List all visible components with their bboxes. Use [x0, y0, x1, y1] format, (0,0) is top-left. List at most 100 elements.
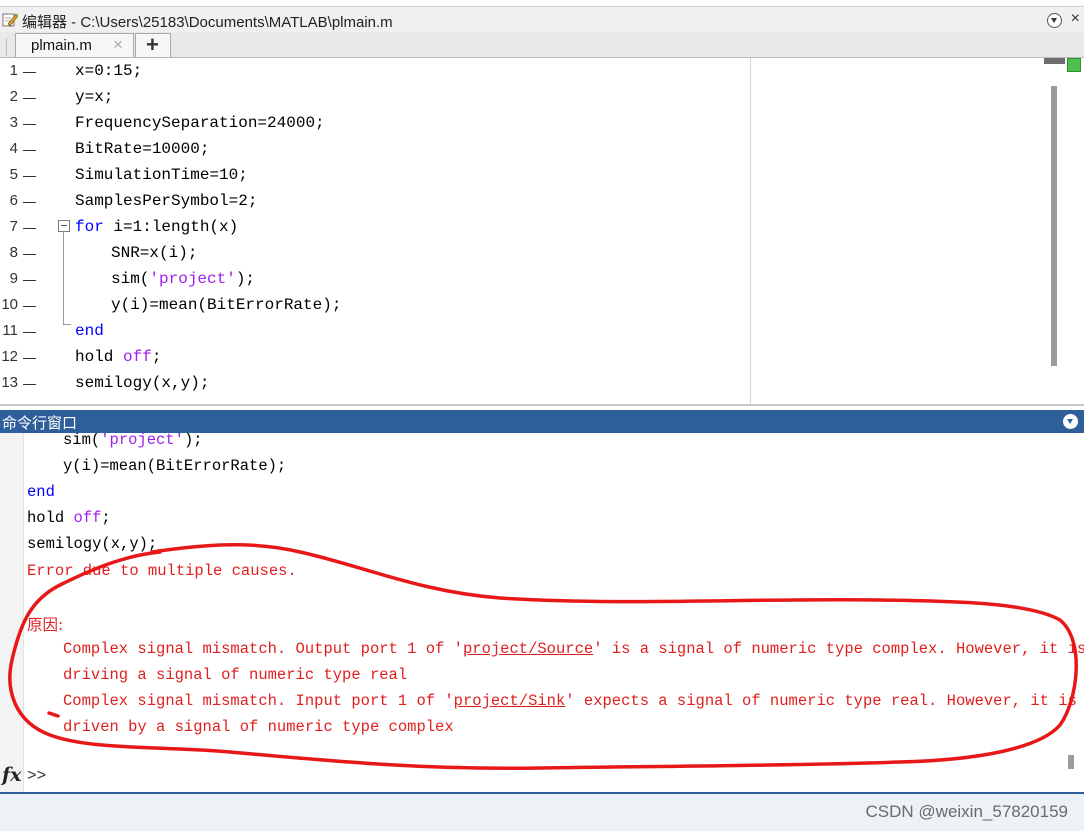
cause-1-line-2: driving a signal of numeric type real — [63, 666, 408, 684]
cause-label: 原因: — [27, 616, 64, 634]
command-window[interactable]: sim('project'); y(i)=mean(BitErrorRate); e… — [0, 433, 1084, 793]
error-header: Error due to multiple causes. — [27, 562, 297, 580]
editor-tab-bar: plmain.m × + — [0, 32, 1084, 58]
editor-line[interactable]: 2 y=x; — [0, 84, 750, 110]
breakpoint-marker[interactable] — [23, 98, 36, 99]
function-browser-icon[interactable]: fx — [2, 764, 22, 786]
editor-title-bar: 编辑器 - C:\Users\25183\Documents\MATLAB\pl… — [0, 6, 1084, 33]
command-history-line: sim('project'); — [63, 433, 203, 449]
command-history-line: semilogy(x,y); — [27, 535, 157, 553]
line-number: 4 — [9, 140, 18, 157]
editor-split-handle[interactable] — [1044, 58, 1065, 64]
line-number: 5 — [9, 166, 18, 183]
code-editor[interactable]: 1 x=0:15; 2 y=x; 3 FrequencySeparation=24000;… — [0, 58, 1084, 406]
project-sink-link[interactable]: project/Sink — [454, 692, 566, 710]
tab-plmain[interactable]: plmain.m × — [15, 33, 134, 57]
code-part: semilogy(x,y); — [27, 535, 158, 553]
editor-line[interactable]: 7 for i=1:length(x) — [0, 214, 750, 240]
breakpoint-marker[interactable] — [23, 202, 36, 203]
editor-close-icon[interactable]: × — [1071, 10, 1080, 28]
new-tab-button[interactable]: + — [135, 32, 171, 57]
cause-1-text-b: ' is a signal of numeric type complex. H… — [593, 640, 1084, 658]
code-text: BitRate=10000; — [75, 140, 209, 158]
editor-line[interactable]: 12 hold off; — [0, 344, 750, 370]
line-number: 6 — [9, 192, 18, 209]
line-number: 1 — [9, 62, 18, 79]
editor-line[interactable]: 13 semilogy(x,y); — [0, 370, 750, 396]
breakpoint-marker[interactable] — [23, 384, 36, 385]
editor-line[interactable]: 8 SNR=x(i); — [0, 240, 750, 266]
cause-2-text-b: ' expects a signal of numeric type real.… — [565, 692, 1077, 710]
editor-menu-icon[interactable] — [1047, 13, 1062, 28]
string-literal: 'project' — [100, 433, 184, 449]
editor-line[interactable]: 5 SimulationTime=10; — [0, 162, 750, 188]
line-number: 2 — [9, 88, 18, 105]
code-part: ); — [183, 433, 203, 449]
keyword: end — [75, 322, 104, 340]
line-number: 12 — [1, 348, 18, 365]
code-part: BitRate=10000; — [75, 140, 210, 158]
command-history-line: end — [27, 483, 55, 501]
tab-gutter — [0, 38, 7, 56]
keyword: for — [75, 218, 104, 236]
cause-2-text-a: Complex signal mismatch. Input port 1 of… — [63, 692, 454, 710]
command-prompt[interactable]: >> — [27, 767, 46, 785]
editor-line[interactable]: 1 x=0:15; — [0, 58, 750, 84]
cause-2-line-1: Complex signal mismatch. Input port 1 of… — [63, 692, 1077, 710]
command-window-scroll-thumb[interactable] — [1068, 755, 1074, 769]
code-text: FrequencySeparation=24000; — [75, 114, 325, 132]
cause-1-line-1: Complex signal mismatch. Output port 1 o… — [63, 640, 1084, 658]
code-text: SimulationTime=10; — [75, 166, 248, 184]
code-part: SimulationTime=10; — [75, 166, 248, 184]
string-literal: 'project' — [149, 270, 236, 288]
code-text: SamplesPerSymbol=2; — [75, 192, 257, 210]
line-number: 13 — [1, 374, 18, 391]
line-number: 8 — [9, 244, 18, 261]
command-window-title: 命令行窗口 — [2, 415, 78, 432]
code-text: sim('project'); — [111, 270, 255, 288]
code-text: semilogy(x,y); — [75, 374, 209, 392]
code-text: x=0:15; — [75, 62, 142, 80]
breakpoint-marker[interactable] — [23, 176, 36, 177]
fold-guide-end — [63, 324, 71, 325]
tab-close-icon[interactable]: × — [113, 35, 123, 55]
breakpoint-marker[interactable] — [23, 358, 36, 359]
code-part: ; — [101, 509, 111, 527]
code-part: SamplesPerSymbol=2; — [75, 192, 258, 210]
code-part: sim( — [63, 433, 101, 449]
breakpoint-marker[interactable] — [23, 72, 36, 73]
fold-guide — [63, 232, 64, 325]
command-window-menu-icon[interactable] — [1063, 414, 1078, 429]
editor-line[interactable]: 11 end — [0, 318, 750, 344]
editor-scrollbar[interactable] — [1044, 58, 1066, 404]
breakpoint-marker[interactable] — [23, 150, 36, 151]
code-part: x=0:15; — [75, 62, 143, 80]
line-number: 3 — [9, 114, 18, 131]
breakpoint-marker[interactable] — [23, 124, 36, 125]
code-text: end — [75, 322, 104, 340]
command-history-line: hold off; — [27, 509, 111, 527]
code-analyzer-status-icon[interactable] — [1067, 58, 1081, 72]
editor-scroll-thumb[interactable] — [1051, 86, 1057, 366]
code-part: y=x; — [75, 88, 114, 106]
breakpoint-marker[interactable] — [23, 332, 36, 333]
code-part: i=1:length(x) — [103, 218, 239, 236]
code-text: SNR=x(i); — [111, 244, 197, 262]
string-literal: off — [73, 509, 102, 527]
editor-line[interactable]: 10 y(i)=mean(BitErrorRate); — [0, 292, 750, 318]
breakpoint-marker[interactable] — [23, 254, 36, 255]
editor-line[interactable]: 6 SamplesPerSymbol=2; — [0, 188, 750, 214]
code-part: sim( — [111, 270, 150, 288]
breakpoint-marker[interactable] — [23, 280, 36, 281]
editor-line[interactable]: 9 sim('project'); — [0, 266, 750, 292]
editor-line[interactable]: 4 BitRate=10000; — [0, 136, 750, 162]
breakpoint-marker[interactable] — [23, 306, 36, 307]
breakpoint-marker[interactable] — [23, 228, 36, 229]
command-history-line: y(i)=mean(BitErrorRate); — [63, 457, 286, 475]
cause-2-line-2: driven by a signal of numeric type compl… — [63, 718, 454, 736]
fold-toggle-icon[interactable] — [58, 220, 70, 232]
line-number: 10 — [1, 296, 18, 313]
editor-line[interactable]: 3 FrequencySeparation=24000; — [0, 110, 750, 136]
project-source-link[interactable]: project/Source — [463, 640, 593, 658]
line-number: 7 — [9, 218, 18, 235]
